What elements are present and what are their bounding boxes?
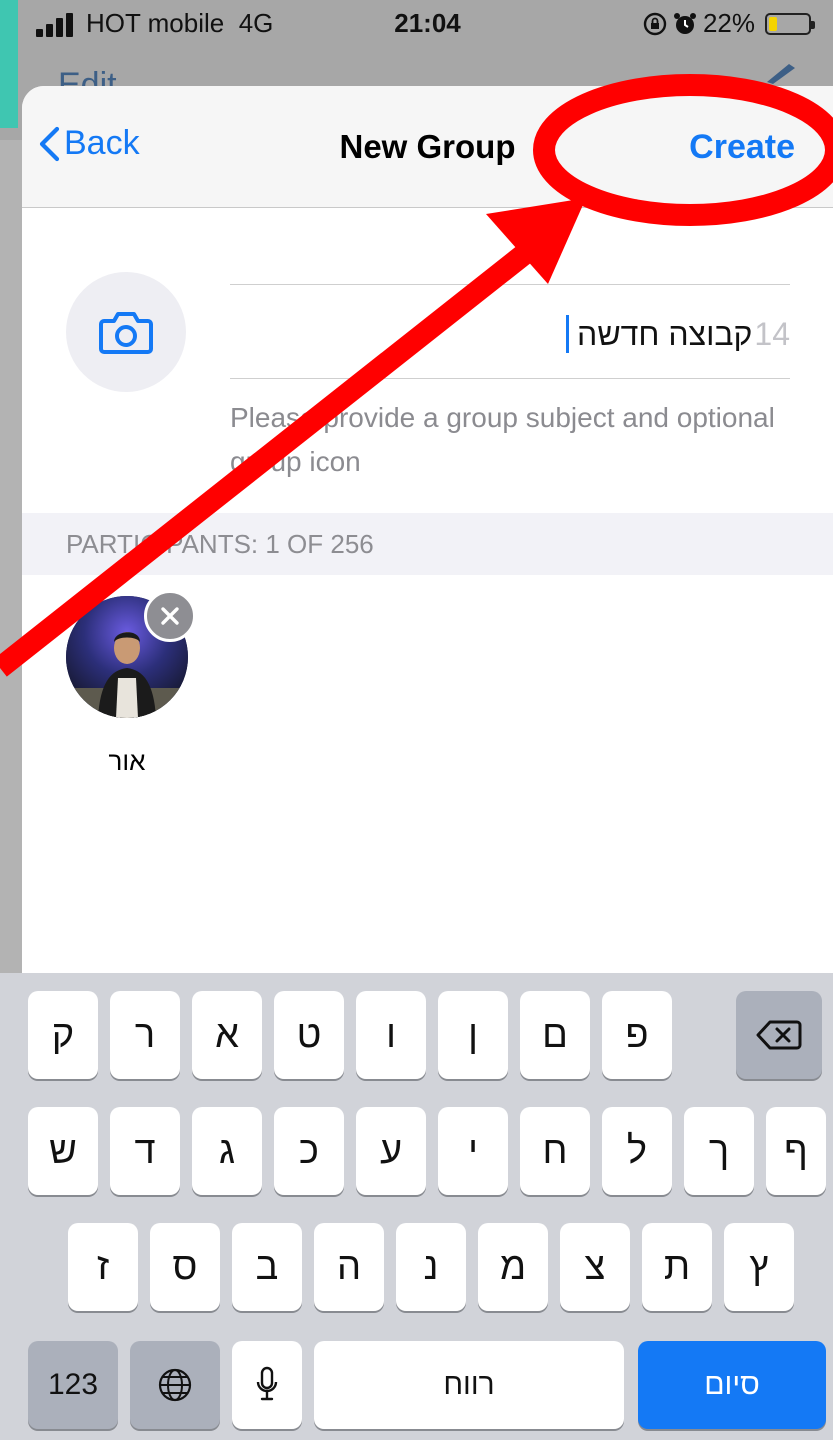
key[interactable]: ל — [602, 1107, 672, 1195]
key[interactable]: מ — [478, 1223, 548, 1311]
key[interactable]: ג — [192, 1107, 262, 1195]
key[interactable]: ר — [110, 991, 180, 1079]
key[interactable]: ף — [766, 1107, 826, 1195]
key[interactable]: ו — [356, 991, 426, 1079]
compose-icon — [767, 64, 795, 84]
key[interactable]: י — [438, 1107, 508, 1195]
key[interactable]: ח — [520, 1107, 590, 1195]
status-bar: HOT mobile 4G 21:04 22% — [0, 0, 833, 48]
key[interactable]: ת — [642, 1223, 712, 1311]
key[interactable]: ד — [110, 1107, 180, 1195]
subject-divider-bottom — [230, 378, 790, 379]
text-caret — [566, 315, 570, 353]
key[interactable]: ב — [232, 1223, 302, 1311]
key[interactable]: ם — [520, 991, 590, 1079]
battery-icon — [765, 12, 815, 35]
numbers-key[interactable]: 123 — [28, 1341, 118, 1429]
key[interactable]: ן — [438, 991, 508, 1079]
key[interactable]: נ — [396, 1223, 466, 1311]
participant-name: אור — [108, 746, 146, 776]
alarm-icon — [673, 12, 696, 34]
key[interactable]: ס — [150, 1223, 220, 1311]
done-key[interactable]: סיום — [638, 1341, 826, 1429]
key[interactable]: ק — [28, 991, 98, 1079]
globe-key[interactable] — [130, 1341, 220, 1429]
key[interactable]: ש — [28, 1107, 98, 1195]
backspace-key[interactable] — [736, 991, 822, 1079]
key[interactable]: ה — [314, 1223, 384, 1311]
create-button[interactable]: Create — [689, 128, 795, 167]
key[interactable]: ט — [274, 991, 344, 1079]
rotation-lock-icon — [643, 12, 667, 35]
subject-hint: Please provide a group subject and optio… — [230, 402, 775, 477]
group-subject-input[interactable]: קבוצה חדשה 14 — [230, 312, 790, 356]
key[interactable]: ז — [68, 1223, 138, 1311]
group-subject-value: קבוצה חדשה — [577, 315, 753, 352]
battery-level — [769, 16, 778, 31]
key[interactable]: כ — [274, 1107, 344, 1195]
backspace-icon — [756, 1020, 802, 1050]
participants-header: PARTICIPANTS: 1 OF 256 — [22, 513, 833, 575]
subject-char-count: 14 — [754, 315, 790, 352]
globe-icon — [158, 1368, 192, 1402]
keyboard: ק ר א ט ו ן ם פ ש ד ג כ ע י ח ל ך ף ז ס … — [0, 973, 833, 1440]
subject-divider-top — [230, 284, 790, 285]
camera-icon — [99, 312, 153, 354]
dictation-key[interactable] — [232, 1341, 302, 1429]
close-icon — [161, 607, 179, 625]
key[interactable]: צ — [560, 1223, 630, 1311]
microphone-icon — [256, 1366, 278, 1401]
key[interactable]: פ — [602, 991, 672, 1079]
key[interactable]: ץ — [724, 1223, 794, 1311]
key[interactable]: ך — [684, 1107, 754, 1195]
group-icon-picker[interactable] — [66, 272, 186, 392]
remove-participant-button[interactable] — [144, 590, 196, 642]
space-key[interactable]: רווח — [314, 1341, 624, 1429]
key[interactable]: ע — [356, 1107, 426, 1195]
navigation-bar: Back New Group Create — [22, 86, 833, 208]
battery-percent: 22% — [702, 8, 755, 38]
status-right: 22% — [643, 8, 815, 39]
key[interactable]: א — [192, 991, 262, 1079]
